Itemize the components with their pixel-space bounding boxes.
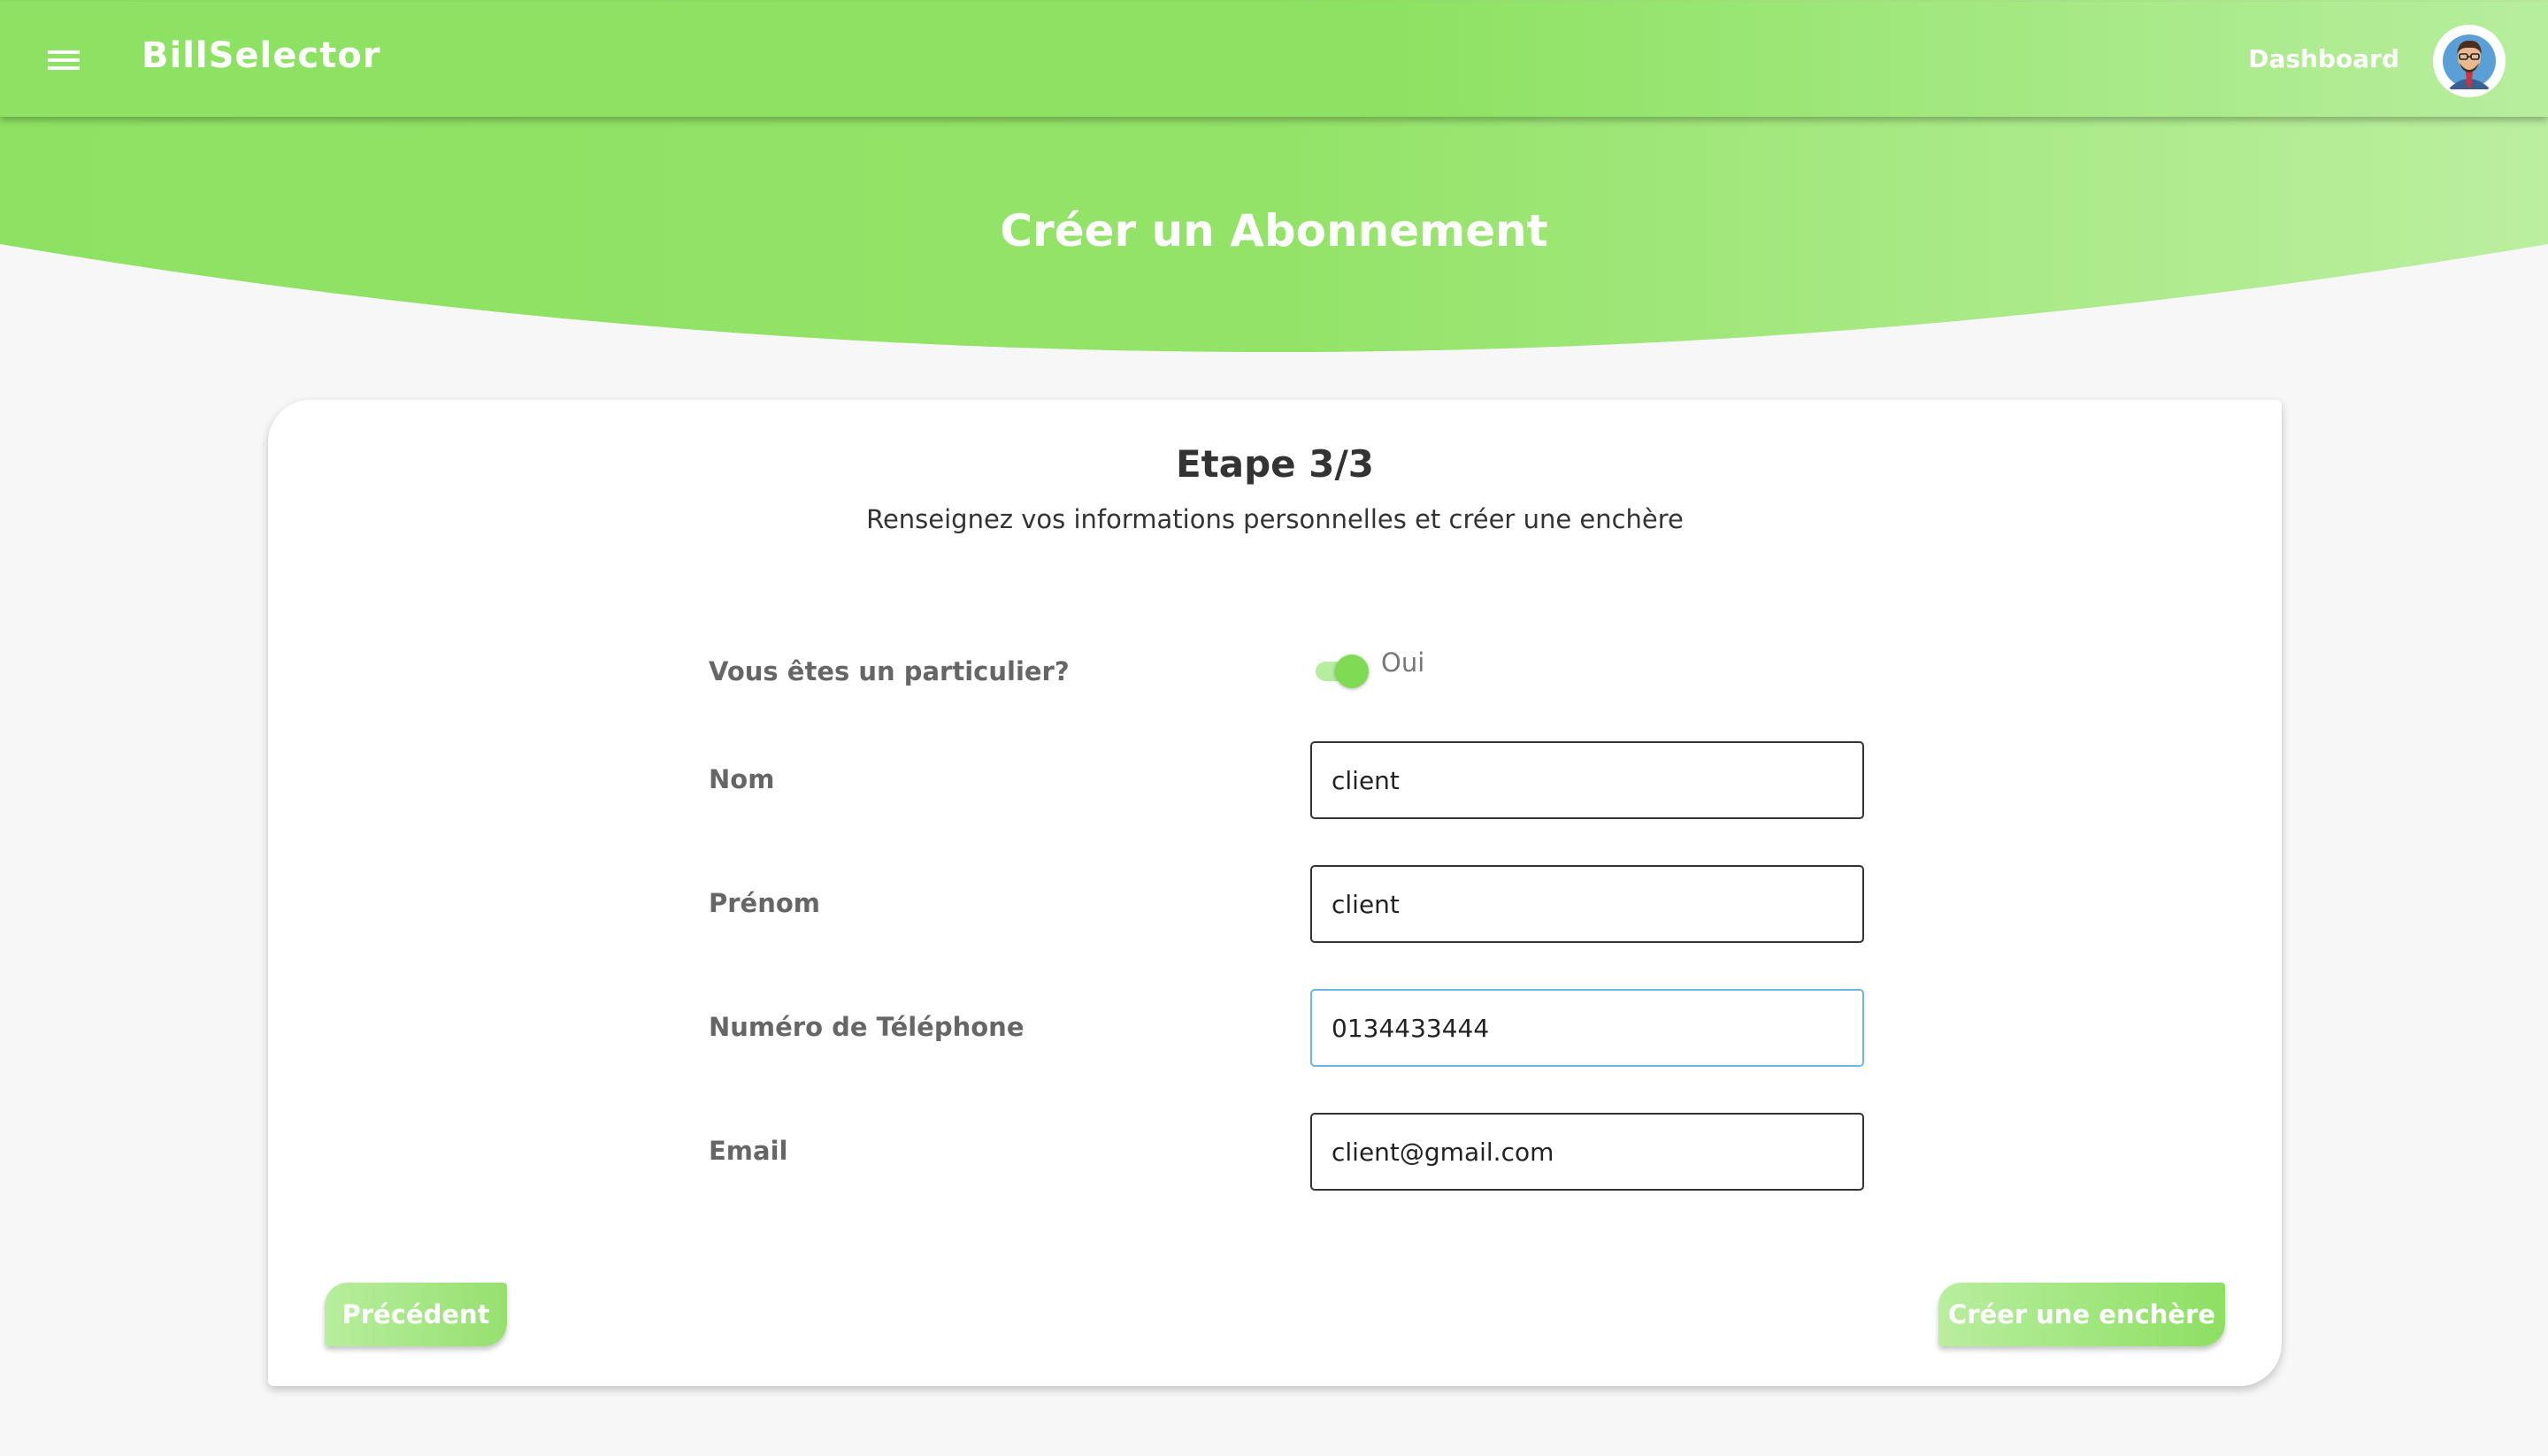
subscription-form-card: Etape 3/3 Renseignez vos informations pe…: [268, 400, 2282, 1386]
nom-input[interactable]: [1310, 741, 1864, 819]
prenom-input[interactable]: [1310, 865, 1864, 943]
app-brand[interactable]: BillSelector: [142, 35, 380, 76]
step-subtitle: Renseignez vos informations personnelles…: [866, 504, 1684, 534]
email-input[interactable]: [1310, 1113, 1864, 1191]
prenom-label: Prénom: [709, 888, 821, 918]
email-label: Email: [709, 1136, 788, 1166]
user-avatar[interactable]: [2433, 25, 2506, 97]
menu-icon[interactable]: [44, 42, 83, 77]
individual-toggle-text: Oui: [1381, 648, 1425, 678]
nom-label: Nom: [709, 764, 775, 794]
toggle-thumb: [1335, 655, 1369, 688]
individual-label: Vous êtes un particulier?: [709, 656, 1070, 686]
dashboard-link[interactable]: Dashboard: [2248, 44, 2399, 73]
telephone-label: Numéro de Téléphone: [709, 1012, 1025, 1042]
previous-button[interactable]: Précédent: [325, 1283, 507, 1346]
page-title: Créer un Abonnement: [1000, 205, 1548, 257]
avatar-icon: [2436, 27, 2503, 95]
telephone-input[interactable]: [1310, 989, 1864, 1067]
individual-toggle[interactable]: [1312, 653, 1369, 688]
step-title: Etape 3/3: [1175, 442, 1375, 486]
create-auction-button[interactable]: Créer une enchère: [1938, 1283, 2225, 1346]
top-app-bar: BillSelector Dashboard: [0, 2, 2548, 117]
